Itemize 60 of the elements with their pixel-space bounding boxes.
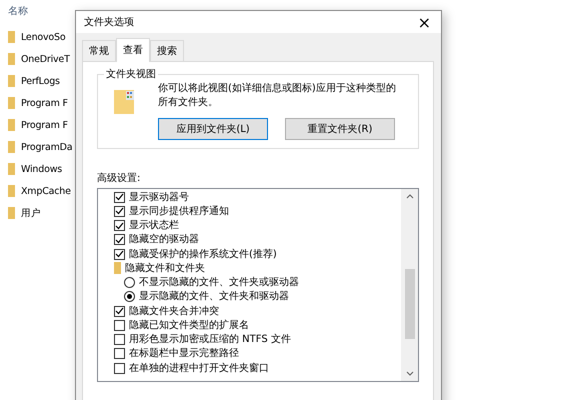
file-name[interactable]: XmpCache (21, 186, 71, 196)
option-label: 隐藏受保护的操作系统文件(推荐) (129, 248, 277, 261)
column-header[interactable]: 名称 (8, 0, 75, 22)
option-label: 显示隐藏的文件、文件夹和驱动器 (139, 290, 289, 304)
file-name[interactable]: ProgramDa (21, 142, 72, 152)
folder-icon (8, 119, 15, 131)
folder-icon (8, 185, 15, 197)
file-name[interactable]: OneDriveT (21, 54, 70, 64)
file-name[interactable]: 用户 (21, 206, 41, 220)
scroll-up-icon[interactable] (406, 194, 414, 199)
folder-icon (8, 31, 15, 43)
scroll-down-icon[interactable] (406, 371, 414, 376)
option-label: 显示驱动器号 (129, 190, 189, 204)
option-label: 用彩色显示加密或压缩的 NTFS 文件 (129, 333, 291, 346)
file-name[interactable]: Program F (21, 98, 68, 108)
file-name[interactable]: PerfLogs (21, 76, 60, 86)
description-text: 你可以将此视图(如详细信息或图标)应用于这种类型的所有文件夹。 (158, 82, 397, 110)
folder-icon (8, 53, 15, 65)
checkbox[interactable] (114, 192, 125, 203)
tab[interactable]: 常规 (82, 40, 116, 61)
radio-button[interactable] (124, 277, 135, 288)
checkbox[interactable] (114, 248, 125, 260)
file-name[interactable]: LenovoSo (21, 32, 66, 42)
checkbox[interactable] (114, 306, 125, 317)
checkbox[interactable] (114, 362, 125, 374)
scrollbar-thumb[interactable] (404, 269, 414, 339)
window-title: 文件夹选项 (84, 16, 134, 29)
folder-icon (8, 75, 15, 87)
option-label: 隐藏已知文件类型的扩展名 (129, 318, 249, 332)
checkbox[interactable] (114, 320, 125, 331)
option-label: 在单独的进程中打开文件夹窗口 (129, 362, 269, 375)
checkbox[interactable] (114, 234, 125, 246)
option-label: 隐藏空的驱动器 (129, 233, 199, 246)
option-label: 不显示隐藏的文件、文件夹或驱动器 (139, 276, 299, 290)
folder-icon (8, 97, 15, 109)
checkbox[interactable] (114, 334, 125, 346)
file-name[interactable]: Windows (21, 164, 62, 174)
option-label: 隐藏文件夹合并冲突 (129, 304, 219, 318)
folder-icon (8, 141, 15, 153)
checkbox[interactable] (114, 348, 125, 360)
folder-view-button[interactable]: 重置文件夹(R) (285, 118, 395, 140)
folder-icon (8, 207, 15, 219)
radio-button[interactable] (124, 291, 135, 302)
option-label: 显示状态栏 (129, 219, 179, 232)
folder-view-button[interactable]: 应用到文件夹(L) (158, 118, 268, 140)
tab[interactable]: 搜索 (150, 40, 184, 61)
checkbox[interactable] (114, 206, 125, 217)
close-button[interactable]: × (416, 12, 433, 32)
group-label: 隐藏文件和文件夹 (125, 262, 205, 275)
folder-icon (114, 262, 121, 274)
file-name[interactable]: Program F (21, 120, 68, 130)
option-label: 在标题栏中显示完整路径 (129, 347, 239, 360)
checkbox[interactable] (114, 220, 125, 232)
section-label: 高级设置: (97, 172, 142, 185)
folder-icon (8, 163, 15, 175)
scrollbar[interactable] (401, 189, 418, 381)
option-label: 显示同步提供程序通知 (129, 204, 229, 218)
tab[interactable]: 查看 (116, 38, 150, 62)
group-title: 文件夹视图 (104, 67, 158, 81)
folder-icon (114, 88, 136, 114)
